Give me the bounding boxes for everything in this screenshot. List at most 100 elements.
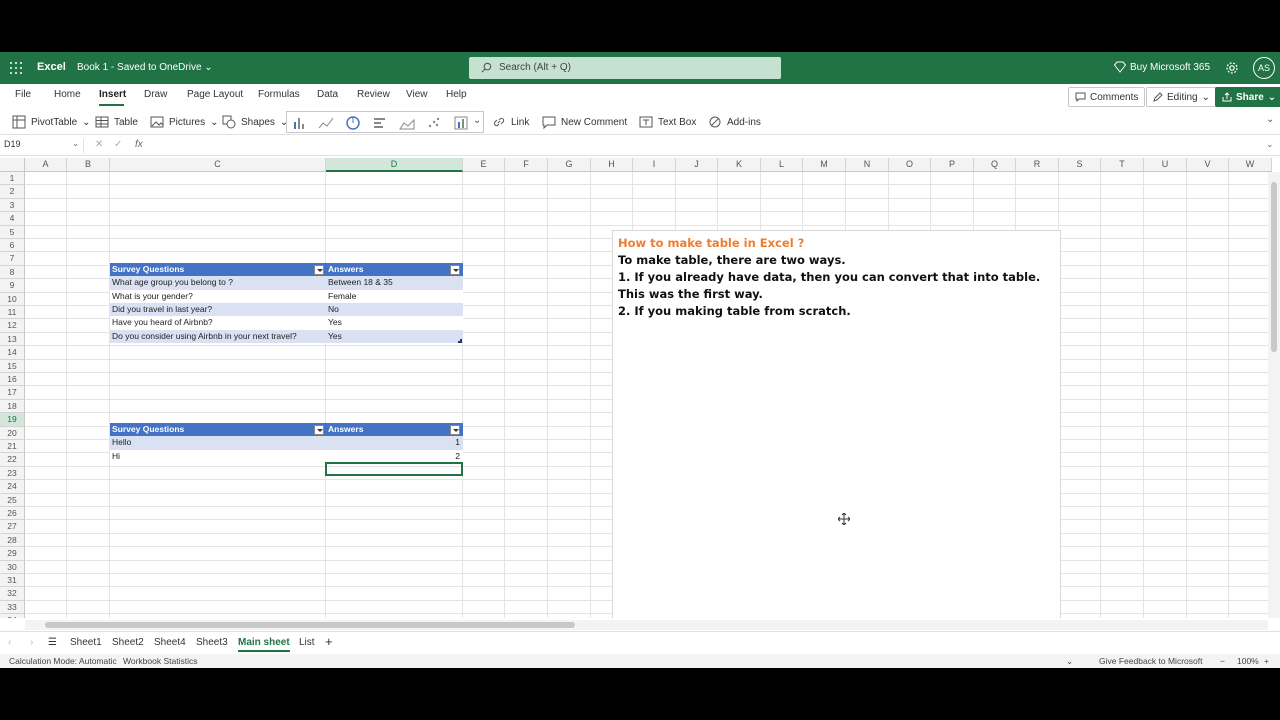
row-header-22[interactable]: 22 bbox=[0, 453, 25, 467]
sheet-tab-list[interactable]: List bbox=[299, 637, 315, 648]
name-box[interactable]: D19 ⌄ bbox=[4, 139, 84, 153]
share-button[interactable]: Share ⌄ bbox=[1215, 87, 1280, 107]
area-chart-icon[interactable] bbox=[399, 115, 415, 131]
row-header-25[interactable]: 25 bbox=[0, 493, 25, 507]
row-header-8[interactable]: 8 bbox=[0, 265, 25, 280]
row-header-27[interactable]: 27 bbox=[0, 520, 25, 534]
scatter-chart-icon[interactable] bbox=[426, 115, 442, 131]
app-name[interactable]: Excel bbox=[37, 61, 66, 73]
row-header-26[interactable]: 26 bbox=[0, 507, 25, 521]
tab-insert[interactable]: Insert bbox=[99, 89, 126, 100]
tab-draw[interactable]: Draw bbox=[144, 89, 167, 100]
tab-file[interactable]: File bbox=[15, 89, 31, 100]
table-cell[interactable]: Yes bbox=[326, 329, 463, 344]
table-resize-handle[interactable] bbox=[458, 339, 462, 343]
table-cell[interactable]: Yes bbox=[326, 316, 463, 330]
column-header-t[interactable]: T bbox=[1101, 158, 1144, 172]
add-ins-button[interactable]: Add-ins bbox=[708, 115, 761, 129]
table-cell[interactable]: Female bbox=[326, 289, 463, 303]
new-comment-button[interactable]: New Comment bbox=[542, 115, 627, 129]
tab-formulas[interactable]: Formulas bbox=[258, 89, 300, 100]
column-header-u[interactable]: U bbox=[1144, 158, 1187, 172]
column-header-l[interactable]: L bbox=[761, 158, 803, 172]
sheet-tab-sheet2[interactable]: Sheet2 bbox=[112, 637, 144, 648]
zoom-in-button[interactable]: + bbox=[1264, 656, 1269, 666]
column-header-q[interactable]: Q bbox=[974, 158, 1016, 172]
table-row[interactable]: What is your gender? bbox=[110, 289, 326, 303]
row-header-23[interactable]: 23 bbox=[0, 466, 25, 481]
row-header-15[interactable]: 15 bbox=[0, 359, 25, 373]
gear-icon[interactable] bbox=[1225, 61, 1239, 75]
row-header-12[interactable]: 12 bbox=[0, 319, 25, 333]
row-header-6[interactable]: 6 bbox=[0, 239, 25, 253]
pivottable-button[interactable]: PivotTable ⌄ bbox=[12, 115, 91, 129]
row-header-32[interactable]: 32 bbox=[0, 587, 25, 601]
link-button[interactable]: Link bbox=[492, 115, 529, 129]
horizontal-scrollbar[interactable] bbox=[25, 620, 1268, 630]
comments-button[interactable]: Comments bbox=[1068, 87, 1146, 107]
expand-formula-bar-icon[interactable]: ⌄ bbox=[1266, 139, 1274, 150]
column-header-n[interactable]: N bbox=[846, 158, 889, 172]
buy-microsoft-365-button[interactable]: Buy Microsoft 365 bbox=[1114, 61, 1210, 73]
text-box-button[interactable]: Text Box bbox=[639, 115, 696, 129]
row-header-2[interactable]: 2 bbox=[0, 185, 25, 199]
table2-header-answers[interactable]: Answers bbox=[326, 423, 463, 437]
zoom-out-button[interactable]: − bbox=[1220, 656, 1225, 666]
row-header-24[interactable]: 24 bbox=[0, 480, 25, 494]
instructions-text-box[interactable]: How to make table in Excel ? To make tab… bbox=[612, 230, 1061, 618]
row-header-20[interactable]: 20 bbox=[0, 426, 25, 440]
table-row[interactable]: Did you travel in last year? bbox=[110, 303, 326, 317]
table1-header-questions[interactable]: Survey Questions bbox=[110, 262, 326, 277]
editing-mode-button[interactable]: Editing ⌄ bbox=[1146, 87, 1217, 107]
row-header-17[interactable]: 17 bbox=[0, 386, 25, 400]
column-header-o[interactable]: O bbox=[889, 158, 931, 172]
sheet-tab-main-sheet[interactable]: Main sheet bbox=[238, 637, 290, 652]
zoom-level[interactable]: 100% bbox=[1237, 656, 1259, 666]
bar-chart-icon[interactable] bbox=[372, 115, 388, 131]
tab-view[interactable]: View bbox=[406, 89, 428, 100]
tab-data[interactable]: Data bbox=[317, 89, 338, 100]
filter-dropdown-icon[interactable] bbox=[450, 264, 460, 275]
tab-help[interactable]: Help bbox=[446, 89, 467, 100]
chevron-down-icon[interactable]: ⌄ bbox=[473, 115, 481, 126]
chevron-down-icon[interactable]: ⌄ bbox=[1066, 656, 1073, 667]
vertical-scrollbar[interactable] bbox=[1268, 172, 1280, 618]
column-header-b[interactable]: B bbox=[67, 158, 110, 172]
app-launcher-icon[interactable] bbox=[10, 62, 22, 74]
row-header-31[interactable]: 31 bbox=[0, 574, 25, 588]
scrollbar-thumb[interactable] bbox=[45, 622, 575, 628]
select-all-corner[interactable] bbox=[0, 158, 25, 172]
column-header-f[interactable]: F bbox=[505, 158, 548, 172]
row-header-33[interactable]: 33 bbox=[0, 600, 25, 615]
row-header-1[interactable]: 1 bbox=[0, 172, 25, 186]
column-header-s[interactable]: S bbox=[1059, 158, 1101, 172]
column-header-j[interactable]: J bbox=[676, 158, 718, 172]
row-header-19[interactable]: 19 bbox=[0, 413, 25, 427]
scrollbar-thumb[interactable] bbox=[1271, 182, 1277, 352]
column-header-m[interactable]: M bbox=[803, 158, 846, 172]
formula-input[interactable] bbox=[150, 138, 1260, 154]
row-header-30[interactable]: 30 bbox=[0, 560, 25, 574]
column-header-k[interactable]: K bbox=[718, 158, 761, 172]
table-row[interactable]: Have you heard of Airbnb? bbox=[110, 316, 326, 330]
row-header-5[interactable]: 5 bbox=[0, 225, 25, 239]
cancel-icon[interactable]: ✕ bbox=[95, 139, 103, 150]
line-chart-icon[interactable] bbox=[318, 115, 334, 131]
sheet-tab-sheet3[interactable]: Sheet3 bbox=[196, 637, 228, 648]
column-header-v[interactable]: V bbox=[1187, 158, 1229, 172]
search-box[interactable]: Search (Alt + Q) bbox=[469, 57, 781, 79]
column-header-w[interactable]: W bbox=[1229, 158, 1272, 172]
filter-dropdown-icon[interactable] bbox=[314, 264, 324, 275]
table-row[interactable]: Hello bbox=[110, 436, 326, 450]
row-header-3[interactable]: 3 bbox=[0, 198, 25, 213]
insert-function-icon[interactable]: fx bbox=[135, 139, 143, 150]
add-sheet-button[interactable]: + bbox=[325, 634, 333, 649]
calculation-mode[interactable]: Calculation Mode: Automatic bbox=[9, 656, 117, 666]
row-header-29[interactable]: 29 bbox=[0, 547, 25, 561]
column-header-e[interactable]: E bbox=[463, 158, 505, 172]
sheet-tab-sheet1[interactable]: Sheet1 bbox=[70, 637, 102, 648]
column-header-c[interactable]: C bbox=[110, 158, 326, 172]
document-name[interactable]: Book 1 - Saved to OneDrive ⌄ bbox=[77, 62, 213, 73]
enter-icon[interactable]: ✓ bbox=[114, 139, 122, 150]
prev-sheet-icon[interactable]: ‹ bbox=[8, 637, 11, 648]
